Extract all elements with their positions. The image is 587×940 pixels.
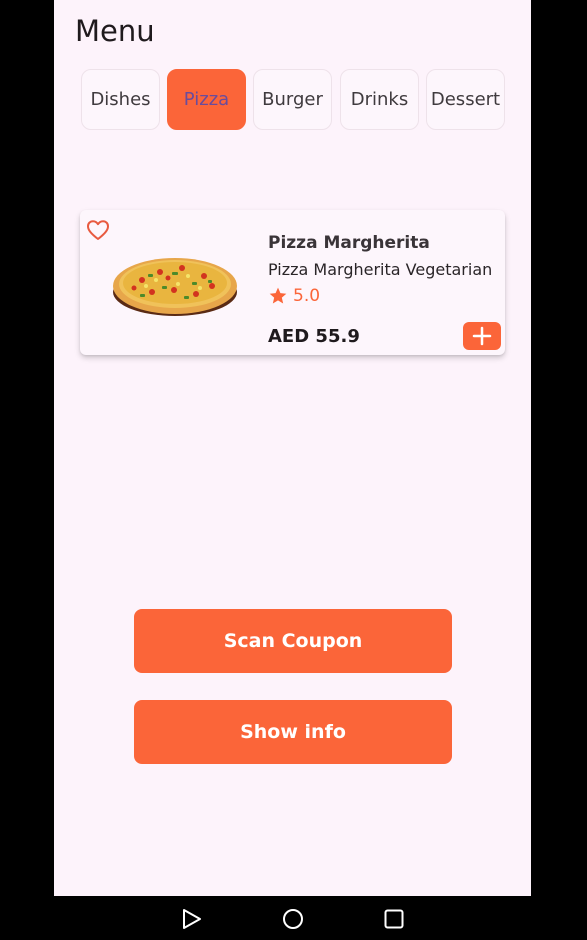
plus-icon [472, 326, 492, 346]
tab-dessert[interactable]: Dessert [426, 69, 505, 130]
product-rating: 5.0 [268, 285, 320, 307]
app-screen: Menu Dishes Pizza Burger Drinks Dessert [54, 0, 531, 896]
recents-icon[interactable] [382, 907, 406, 931]
rating-value: 5.0 [293, 286, 321, 306]
tab-pizza[interactable]: Pizza [167, 69, 246, 130]
category-tabs: Dishes Pizza Burger Drinks Dessert [81, 69, 505, 130]
product-card[interactable]: Pizza Margherita Pizza Margherita Vegeta… [80, 210, 505, 355]
product-price: AED 55.9 [268, 326, 360, 347]
tab-dishes[interactable]: Dishes [81, 69, 160, 130]
pizza-image [113, 258, 237, 316]
tab-drinks[interactable]: Drinks [340, 69, 419, 130]
star-icon [269, 287, 287, 304]
back-icon[interactable] [180, 907, 204, 931]
heart-icon[interactable] [86, 219, 110, 241]
system-navigation-bar [0, 896, 587, 940]
page-title: Menu [75, 14, 155, 48]
tab-burger[interactable]: Burger [253, 69, 332, 130]
home-icon[interactable] [281, 907, 305, 931]
add-to-cart-button[interactable] [463, 322, 501, 350]
product-name: Pizza Margherita [268, 233, 430, 253]
scan-coupon-button[interactable]: Scan Coupon [134, 609, 452, 673]
show-info-button[interactable]: Show info [134, 700, 452, 764]
product-description: Pizza Margherita Vegetarian [268, 260, 493, 279]
